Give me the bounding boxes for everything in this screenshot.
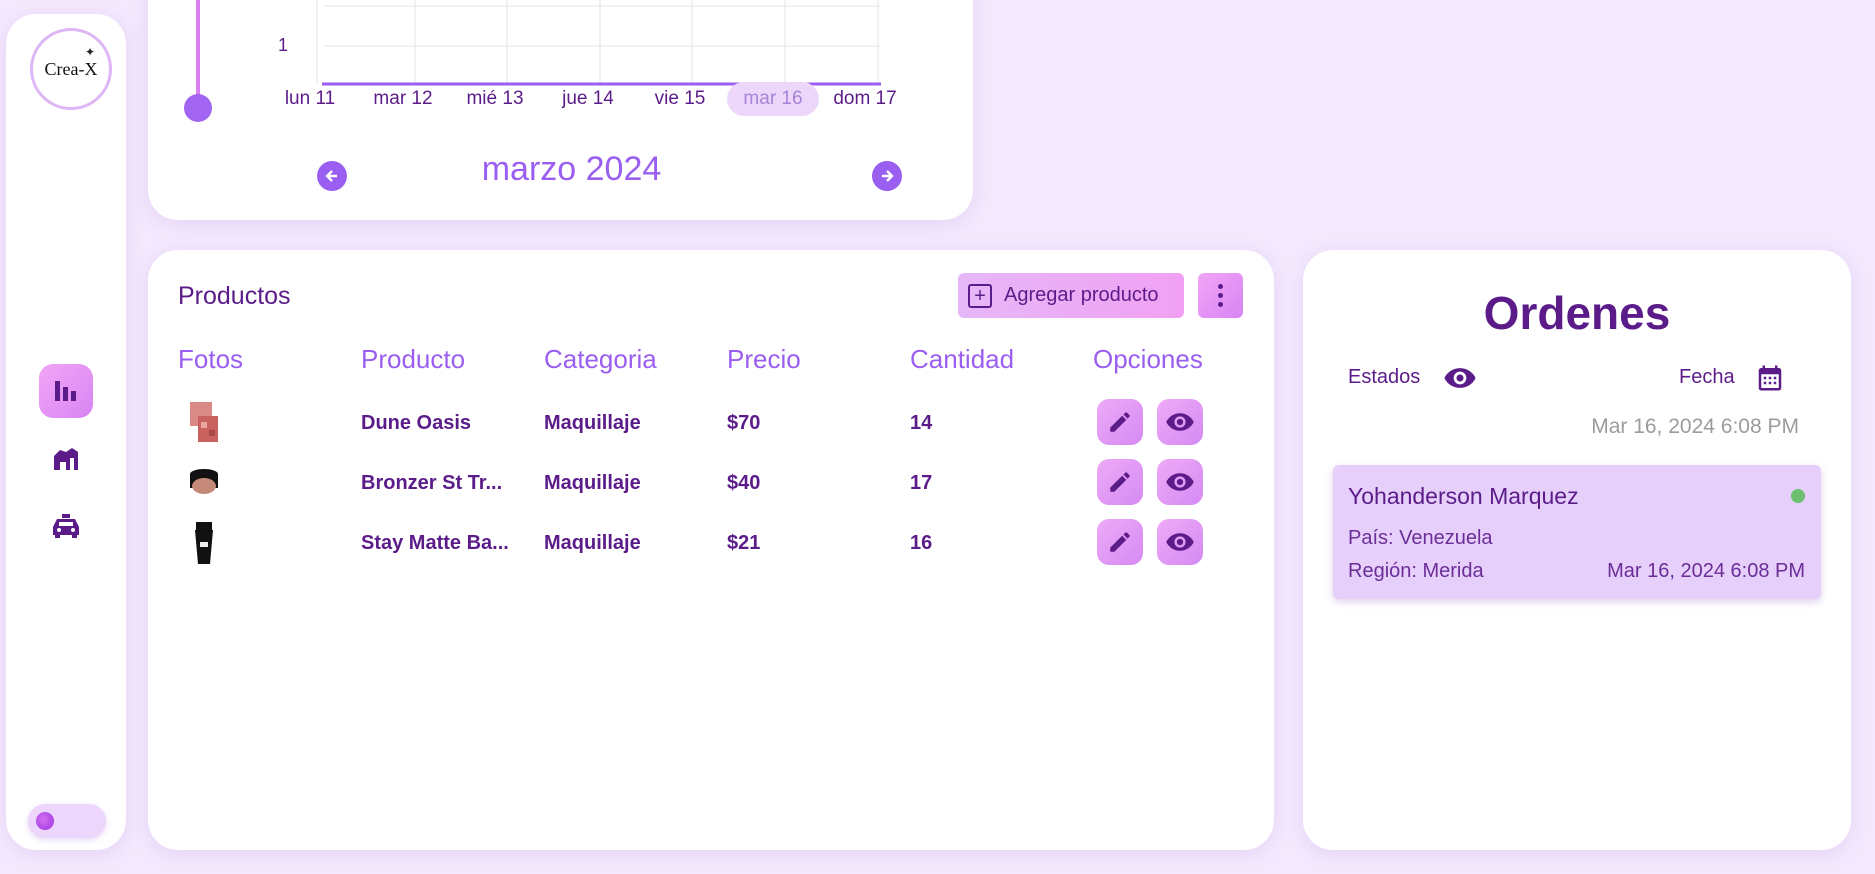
edit-button[interactable] [1097,519,1143,565]
chart-slider-handle[interactable] [184,94,212,122]
products-card: Productos + Agregar producto Fotos Produ… [148,250,1274,850]
product-quantity: 17 [910,472,933,494]
order-customer: Yohanderson Marquez [1348,483,1579,509]
table-row: Dune Oasis Maquillaje $70 14 [148,396,1274,452]
orders-title: Ordenes [1483,287,1671,339]
view-button[interactable] [1157,399,1203,445]
arrow-right-icon [882,170,894,182]
product-name: Bronzer St Tr... [361,472,503,494]
sidebar: Crea-X ✦ [6,14,126,850]
toggle-knob [36,812,54,830]
order-item[interactable]: Yohanderson Marquez País: Venezuela Regi… [1333,465,1821,599]
date-filter-label: Fecha [1679,366,1735,388]
product-photo [190,402,218,442]
order-status-dot [1791,489,1805,503]
sidebar-item-delivery[interactable] [39,499,93,553]
eye-icon [1166,413,1194,431]
y-tick-label: 1 [278,35,289,55]
order-country: País: Venezuela [1348,527,1493,549]
car-icon [53,514,79,538]
column-header-category: Categoria [544,344,657,374]
table-row: Bronzer St Tr... Maquillaje $40 17 [148,456,1274,512]
edit-button[interactable] [1097,399,1143,445]
product-category: Maquillaje [544,412,641,434]
status-filter-label: Estados [1348,366,1421,388]
pencil-icon [1110,412,1130,432]
pencil-icon [1110,532,1130,552]
order-region: Región: Merida [1348,560,1484,582]
day-labels: lun 11 mar 12 mié 13 jue 14 vie 15 mar 1… [278,82,938,118]
product-photo [195,522,213,564]
view-button[interactable] [1157,459,1203,505]
column-header-product: Producto [361,344,466,374]
product-quantity: 14 [910,412,933,434]
order-date: Mar 16, 2024 6:08 PM [1607,560,1805,582]
column-header-photos: Fotos [178,344,244,374]
product-price: $21 [727,532,761,554]
product-category: Maquillaje [544,532,641,554]
month-label: marzo 2024 [481,150,662,188]
sidebar-item-store[interactable] [39,432,93,486]
next-month-button[interactable] [872,161,902,191]
product-photo [190,469,218,494]
day-label[interactable]: vie 15 [634,82,726,116]
add-product-button[interactable]: + Agregar producto [958,273,1184,318]
more-options-button[interactable] [1198,273,1243,318]
pencil-icon [1110,472,1130,492]
day-label[interactable]: mar 12 [357,82,449,116]
product-price: $70 [727,412,761,434]
plus-box-icon: + [968,283,992,308]
logo-figure-icon: ✦ [84,45,95,59]
view-button[interactable] [1157,519,1203,565]
day-label[interactable]: mié 13 [449,82,541,116]
product-price: $40 [727,472,761,494]
sales-chart-card: 1 lun 11 mar 12 mié 13 jue 14 vie 15 mar… [148,0,973,220]
product-quantity: 16 [910,532,933,554]
products-title: Productos [178,282,291,310]
day-label-selected[interactable]: mar 16 [727,82,819,116]
column-header-quantity: Cantidad [910,344,1015,374]
calendar-icon[interactable] [1755,362,1785,394]
sidebar-item-dashboard[interactable] [39,364,93,418]
logo: Crea-X ✦ [30,28,112,110]
column-header-price: Precio [727,344,801,374]
day-label[interactable]: lun 11 [264,82,356,116]
edit-button[interactable] [1097,459,1143,505]
theme-toggle[interactable] [28,804,106,838]
status-eye-icon[interactable] [1443,361,1477,395]
more-vert-icon [1218,284,1223,289]
eye-icon [1166,473,1194,491]
logo-text: Crea-X [44,58,98,79]
eye-icon [1166,533,1194,551]
bar-chart-icon [55,381,76,401]
day-label[interactable]: jue 14 [542,82,634,116]
day-label[interactable]: dom 17 [819,82,911,116]
product-category: Maquillaje [544,472,641,494]
product-name: Dune Oasis [361,412,472,434]
column-header-options: Opciones [1093,344,1203,374]
table-row: Stay Matte Ba... Maquillaje $21 16 [148,516,1274,572]
product-name: Stay Matte Ba... [361,532,509,554]
current-datetime: Mar 16, 2024 6:08 PM [1591,415,1799,438]
orders-card: Ordenes Estados Fecha Mar 16, 2024 6:08 … [1303,250,1851,850]
store-icon [54,448,78,470]
add-product-label: Agregar producto [1004,284,1159,306]
chart-grid [316,0,881,86]
